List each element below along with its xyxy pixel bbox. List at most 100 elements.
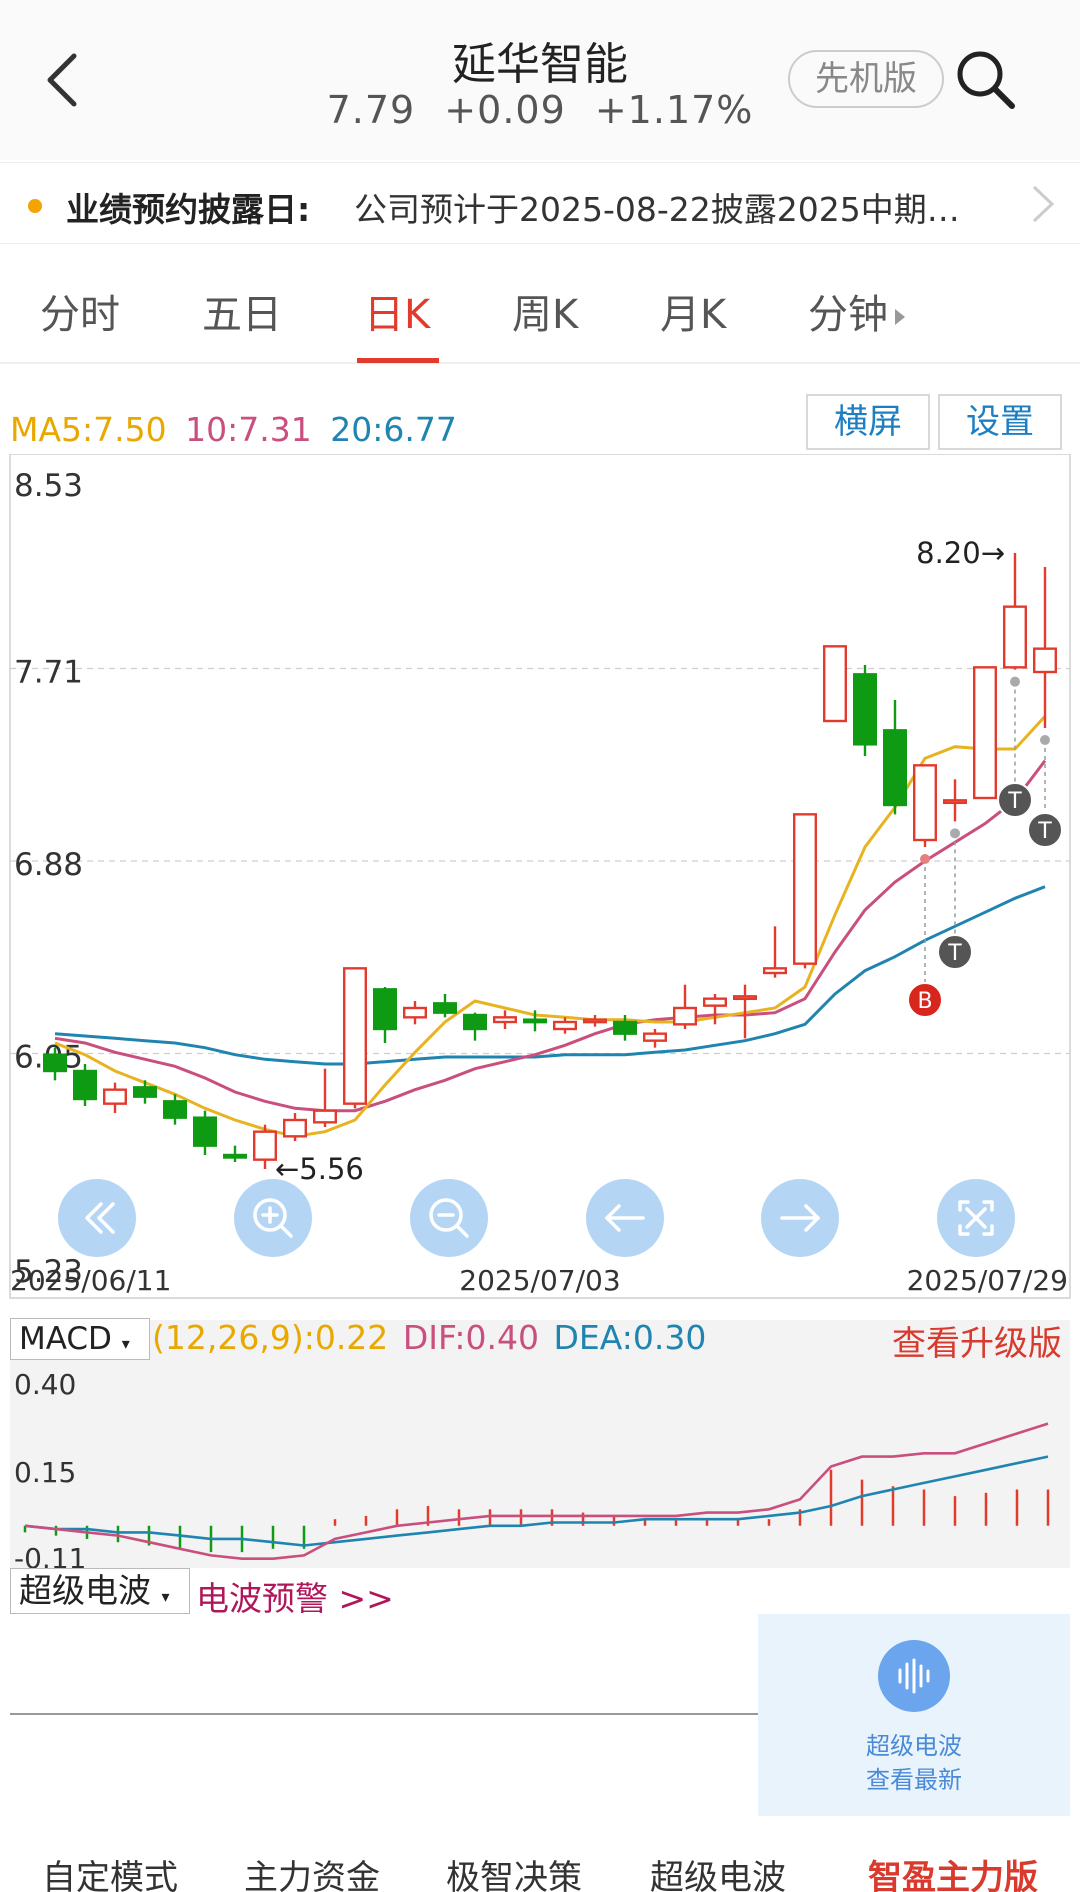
ma10-line — [54, 759, 1047, 1113]
stock-change: +0.09 — [444, 88, 566, 132]
stock-price: 7.79 — [326, 88, 416, 132]
candle-body — [643, 1032, 668, 1042]
candle-body — [343, 967, 368, 1105]
stock-chart[interactable]: 8.537.716.886.055.232025/06/112025/07/03… — [0, 454, 1080, 1568]
dropdown-triangle-icon — [895, 309, 905, 325]
arrow-right-icon[interactable] — [761, 1179, 839, 1257]
candle-body — [463, 1013, 488, 1031]
candle-body — [553, 1020, 578, 1031]
x-tick-label: 2025/07/29 — [907, 1264, 1068, 1297]
candle-body — [703, 997, 728, 1007]
candle-body — [673, 1006, 698, 1026]
tab-monthly-k[interactable]: 月K — [660, 282, 726, 340]
soundwave-icon — [878, 1640, 950, 1712]
candle-body — [523, 1018, 548, 1024]
candle-body — [1032, 647, 1057, 674]
notice-text: 公司预计于2025-08-22披露2025中期… — [354, 190, 960, 229]
period-tabs: 分时 五日 日K 周K 月K 分钟 — [0, 248, 1080, 364]
notice-dot-icon — [28, 199, 42, 213]
wave-card-subtitle: 查看最新 — [866, 1766, 962, 1794]
landscape-button[interactable]: 横屏 — [806, 394, 930, 450]
control-bg — [58, 1179, 136, 1257]
candle-body — [192, 1116, 217, 1147]
candle-body — [373, 988, 398, 1031]
tab-minute-label: 分钟 — [808, 292, 888, 338]
candle-body — [283, 1118, 308, 1138]
tab-five-day[interactable]: 五日 — [202, 282, 282, 340]
fullscreen-icon[interactable] — [937, 1179, 1015, 1257]
kline-axis: 8.537.716.886.055.232025/06/112025/07/03… — [10, 468, 1068, 1297]
x-tick-label: 2025/06/11 — [10, 1264, 171, 1297]
macd-dif: DIF:0.40 — [402, 1318, 539, 1357]
candle-body — [162, 1100, 187, 1119]
candle-body — [433, 1002, 458, 1014]
rewind-icon[interactable] — [58, 1179, 136, 1257]
overlay-controls — [58, 1179, 1015, 1257]
wave-selector-label: 超级电波 — [19, 1571, 151, 1610]
bottom-item-smart-decision[interactable]: 极智决策 — [446, 1850, 582, 1892]
candle-body — [793, 813, 818, 965]
control-bg — [410, 1179, 488, 1257]
view-upgrade-link[interactable]: 查看升级版 — [892, 1316, 1062, 1365]
candle-body — [883, 729, 908, 807]
zoom-in-icon[interactable] — [234, 1179, 312, 1257]
candle-body — [1003, 605, 1028, 669]
candle-body — [222, 1153, 247, 1159]
bottom-item-premium[interactable]: 智盈主力版 — [868, 1850, 1038, 1892]
tab-minute[interactable]: 分钟 — [808, 282, 908, 340]
macd-y-tick: -0.11 — [14, 1542, 86, 1568]
stock-change-pct: +1.17% — [594, 88, 754, 132]
search-icon[interactable] — [952, 46, 1018, 112]
notice-label: 业绩预约披露日: — [66, 190, 311, 229]
control-bg — [234, 1179, 312, 1257]
candle-body — [252, 1130, 277, 1161]
candle-body — [43, 1053, 68, 1073]
marker-label: T — [1007, 789, 1022, 814]
ma20-value: 20:6.77 — [330, 410, 457, 449]
macd-dea: DEA:0.30 — [553, 1318, 707, 1357]
bottom-item-super-wave[interactable]: 超级电波 — [650, 1850, 786, 1892]
bottom-item-main-funds[interactable]: 主力资金 — [244, 1850, 380, 1892]
macd-params: (12,26,9):0.22 DIF:0.40 DEA:0.30 — [152, 1318, 706, 1357]
macd-selector[interactable]: MACD ▾ — [10, 1318, 150, 1360]
candle-body — [583, 1018, 608, 1024]
bottom-item-custom-mode[interactable]: 自定模式 — [42, 1850, 178, 1892]
pioneer-edition-button[interactable]: 先机版 — [788, 50, 944, 108]
candle-body — [72, 1069, 97, 1101]
chevron-right-icon[interactable] — [1028, 183, 1058, 225]
zoom-out-icon[interactable] — [410, 1179, 488, 1257]
wave-card[interactable]: 超级电波 查看最新 — [758, 1614, 1070, 1816]
candle-body — [853, 673, 878, 746]
candle-body — [493, 1016, 518, 1024]
macd-selector-label: MACD — [19, 1321, 112, 1357]
tab-daily-k[interactable]: 日K — [364, 282, 430, 340]
marker-dot — [920, 854, 930, 864]
candle-body — [733, 995, 758, 1001]
settings-button[interactable]: 设置 — [938, 394, 1062, 450]
tab-intraday[interactable]: 分时 — [40, 282, 120, 340]
kline-frame — [9, 454, 1071, 1299]
wave-warning-link[interactable]: 电波预警 >> — [196, 1572, 394, 1620]
active-tab-indicator — [357, 358, 439, 363]
ma20-line — [54, 885, 1046, 1066]
ma5-value: MA5:7.50 — [10, 410, 167, 449]
bottom-bar: 自定模式 主力资金 极智决策 超级电波 智盈主力版 — [0, 1836, 1080, 1892]
y-tick-label: 7.71 — [14, 655, 83, 691]
candle-body — [763, 967, 788, 975]
caret-down-icon: ▾ — [121, 1334, 130, 1353]
candle-body — [132, 1086, 157, 1098]
candle-body — [102, 1088, 127, 1105]
candle-body — [913, 764, 938, 842]
wave-baseline — [10, 1713, 760, 1715]
caret-down-icon: ▾ — [161, 1587, 170, 1606]
candle-body — [943, 799, 968, 805]
wave-selector[interactable]: 超级电波 ▾ — [10, 1568, 190, 1614]
tab-weekly-k[interactable]: 周K — [512, 282, 578, 340]
earnings-notice[interactable]: 业绩预约披露日: 公司预计于2025-08-22披露2025中期… — [0, 162, 1080, 244]
marker-dot — [950, 828, 960, 839]
candle-body — [403, 1006, 428, 1019]
x-tick-label: 2025/07/03 — [459, 1264, 620, 1297]
low-price-label: ←5.56 — [275, 1152, 364, 1186]
arrow-left-icon[interactable] — [586, 1179, 664, 1257]
marker-dot — [1010, 676, 1020, 687]
